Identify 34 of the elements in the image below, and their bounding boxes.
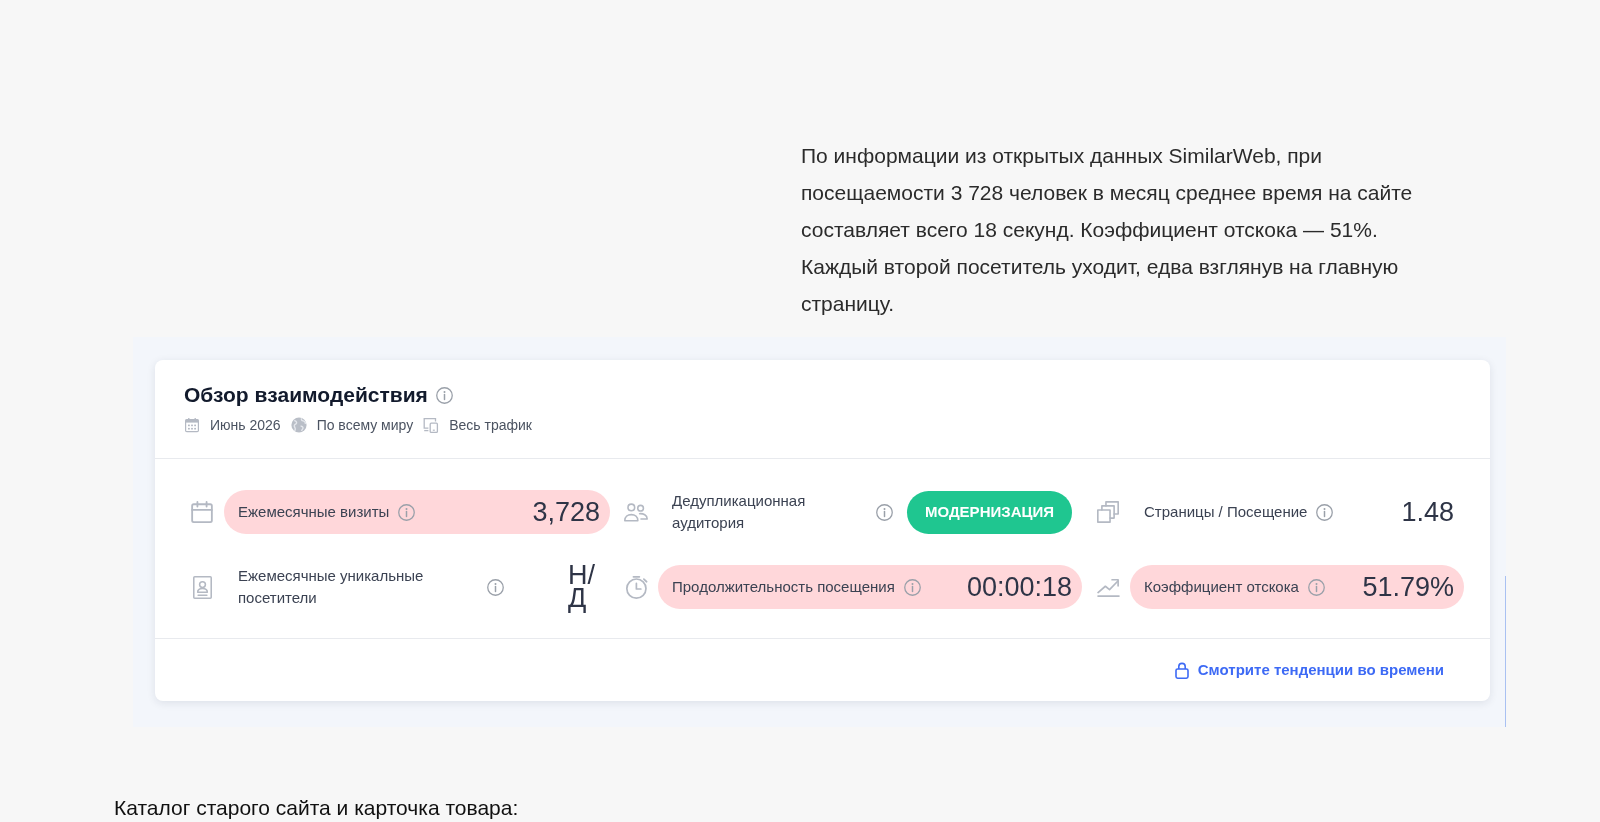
info-icon[interactable]	[1316, 503, 1334, 521]
card-title: Обзор взаимодействия	[184, 382, 428, 408]
metric-value: 3,728	[532, 496, 600, 528]
info-icon[interactable]	[398, 503, 416, 521]
calendar-icon	[184, 417, 200, 433]
people-icon	[624, 502, 648, 522]
info-icon[interactable]	[875, 503, 893, 521]
metric-label: Ежемесячные визиты	[238, 502, 390, 522]
info-icon[interactable]	[903, 578, 921, 596]
metric-value: 00:00:18	[966, 571, 1072, 603]
filter-label: Весь трафик	[449, 416, 532, 435]
trend-arrow-icon	[1096, 577, 1120, 597]
stopwatch-icon	[624, 575, 648, 599]
metric-label: Продолжительность посещения	[672, 577, 895, 597]
trends-link[interactable]: Смотрите тенденции во времени	[1174, 658, 1444, 682]
stacked-squares-icon	[1097, 501, 1119, 523]
globe-icon	[290, 417, 307, 433]
metric-value: 1.48	[1401, 496, 1454, 528]
article-paragraph: По информации из открытых данных SimilarWeb, при посещаемости 3 728 человек в месяц среднее время на сайте составляет всего 18 секунд. Коэффициент отскока — 51%. Каждый второй посетитель уходит, едва взглянув на главную страницу.	[801, 143, 1414, 317]
id-card-icon	[192, 575, 212, 599]
lock-icon	[1174, 661, 1189, 679]
devices-icon	[423, 417, 440, 433]
filter-label: Июнь 2026	[210, 416, 281, 435]
filter-label: По всему миру	[316, 416, 414, 435]
calendar-icon	[191, 501, 213, 523]
metric-label: Ежемесячные уникальные посетители	[238, 566, 425, 608]
info-icon[interactable]	[435, 386, 453, 404]
metric-value: 51.79%	[1362, 571, 1454, 603]
info-icon[interactable]	[1307, 578, 1325, 596]
metric-label: Дедупликационная аудитория	[672, 491, 807, 533]
metric-label: Страницы / Посещение	[1144, 502, 1308, 522]
metric-label: Коэффициент отскока	[1144, 577, 1299, 597]
info-icon[interactable]	[487, 578, 504, 596]
section-caption: Каталог старого сайта и карточка товара:	[114, 795, 519, 821]
